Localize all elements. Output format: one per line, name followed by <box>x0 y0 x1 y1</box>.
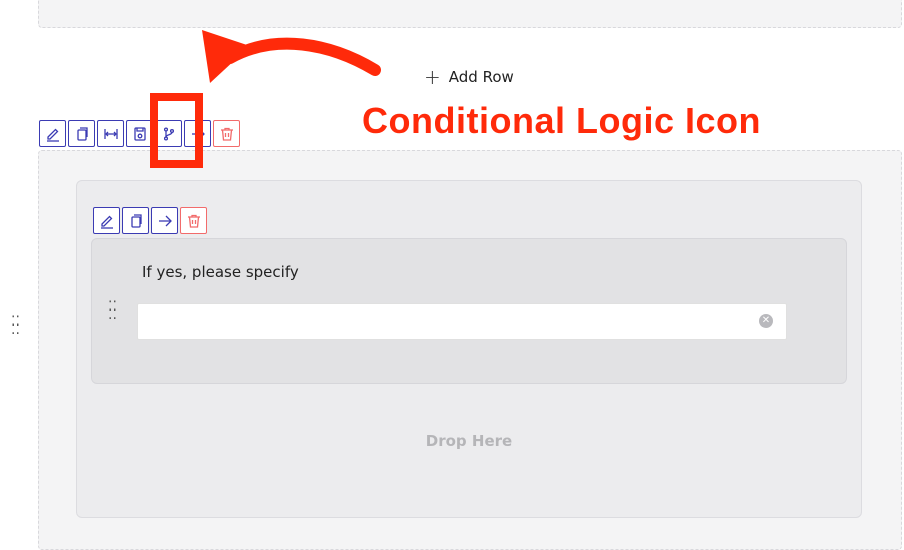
column-move-button[interactable] <box>151 207 178 234</box>
row-save-button[interactable] <box>126 120 153 147</box>
add-row-button[interactable]: + Add Row <box>424 66 514 88</box>
edit-icon <box>100 215 113 229</box>
arrow-right-icon <box>158 215 172 226</box>
previous-row-container <box>38 0 902 28</box>
save-icon <box>133 126 146 141</box>
column-delete-button[interactable] <box>180 207 207 234</box>
column-toolbar <box>93 207 207 234</box>
field-drag-handle[interactable]: ⁚⁚ ⁚⁚ <box>108 300 117 322</box>
copy-icon <box>130 213 142 228</box>
row-drag-handle[interactable]: ⁚⁚ ⁚⁚ <box>11 315 20 337</box>
annotation-text: Conditional Logic Icon <box>362 100 761 141</box>
width-icon <box>103 128 118 139</box>
copy-icon <box>76 126 88 141</box>
column-edit-button[interactable] <box>93 207 120 234</box>
column-copy-button[interactable] <box>122 207 149 234</box>
clear-icon[interactable]: ✕ <box>759 314 773 328</box>
edit-icon <box>46 128 59 142</box>
drop-here-zone[interactable]: Drop Here <box>76 432 862 450</box>
annotation-arrow <box>202 30 381 83</box>
trash-icon <box>187 214 200 228</box>
row-copy-button[interactable] <box>68 120 95 147</box>
row-width-button[interactable] <box>97 120 124 147</box>
row-edit-button[interactable] <box>39 120 66 147</box>
add-row-label: Add Row <box>448 68 514 86</box>
specify-input[interactable] <box>137 303 787 340</box>
field-label: If yes, please specify <box>142 263 299 281</box>
plus-icon: + <box>424 65 441 89</box>
